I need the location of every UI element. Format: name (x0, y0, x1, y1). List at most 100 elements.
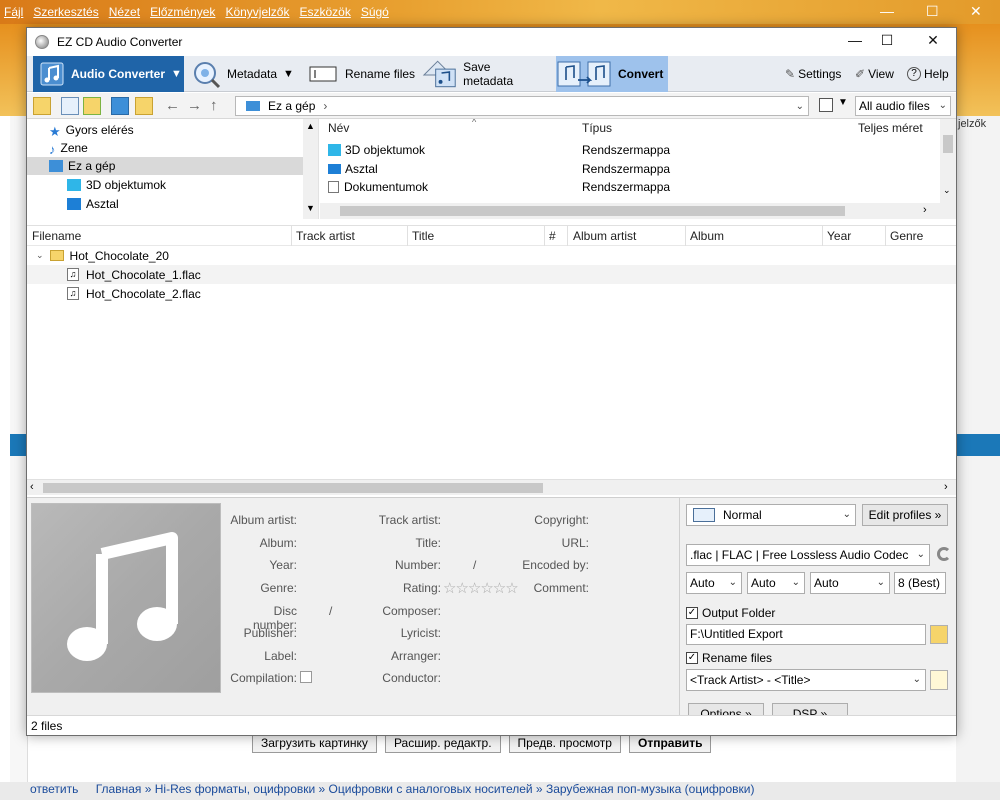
help-button[interactable]: ? Help (907, 56, 955, 92)
col-type[interactable]: Típus (582, 121, 612, 135)
file-name: Hot_Chocolate_2.flac (86, 286, 201, 301)
audio-converter-button[interactable]: Audio Converter ▼ (33, 56, 184, 92)
tree-item-3d-objects[interactable]: 3D objektumok (67, 176, 166, 194)
scroll-thumb[interactable] (43, 483, 543, 493)
browse-folder-icon[interactable] (930, 625, 948, 644)
list-vertical-scrollbar[interactable]: ⌄ (940, 119, 956, 219)
edit-pattern-icon[interactable] (930, 670, 948, 690)
compilation-checkbox[interactable] (300, 671, 312, 683)
scroll-left-icon[interactable]: ‹ (30, 481, 34, 493)
convert-button[interactable]: Convert (556, 56, 668, 92)
tree-item-music[interactable]: ♪ Zene (49, 139, 88, 157)
metadata-button[interactable]: Metadata ▼ (191, 56, 301, 92)
folder-row[interactable]: ⌄ Hot_Chocolate_20 (27, 246, 956, 265)
menu-help[interactable]: Súgó (361, 5, 389, 19)
scroll-down-icon[interactable]: ▼ (306, 203, 315, 213)
rename-files-checkbox[interactable]: ✓ Rename files (686, 651, 772, 665)
col-name[interactable]: Név (328, 121, 349, 135)
col-title[interactable]: Title (412, 229, 434, 243)
auto-select-1[interactable]: Auto ⌄ (686, 572, 742, 594)
add-files-icon[interactable] (61, 97, 79, 115)
upload-picture-button[interactable]: Загрузить картинку (252, 733, 377, 753)
extended-editor-button[interactable]: Расшир. редактр. (384, 733, 501, 753)
browser-maximize-icon[interactable]: ☐ (926, 3, 939, 20)
forum-breadcrumb-text[interactable]: Главная » Hi-Res форматы, оцифровки » Оц… (96, 782, 755, 796)
tree-item-desktop[interactable]: Asztal (67, 195, 119, 213)
back-arrow-icon[interactable]: ← (165, 97, 180, 114)
menu-edit[interactable]: Szerkesztés (33, 5, 98, 19)
file-list-horizontal-scrollbar[interactable]: ‹ › (27, 479, 956, 495)
view-mode-chevron-icon[interactable]: ▼ (838, 97, 848, 108)
scroll-thumb[interactable] (943, 135, 953, 153)
minimize-icon[interactable]: — (840, 32, 870, 48)
view-button[interactable]: ✐ View (855, 56, 901, 92)
music-note-icon: ♪ (49, 142, 56, 157)
maximize-icon[interactable]: ☐ (872, 32, 902, 49)
save-metadata-button[interactable]: Save metadata (422, 56, 542, 92)
auto-select-3[interactable]: Auto ⌄ (810, 572, 890, 594)
tree-item-this-pc[interactable]: Ez a gép (49, 157, 115, 175)
compilation-label: Compilation: (230, 671, 297, 685)
rename-pattern-select[interactable]: <Track Artist> - <Title> ⌄ (686, 669, 926, 691)
folder-up-icon[interactable] (33, 97, 51, 115)
col-genre[interactable]: Genre (890, 229, 923, 243)
table-row[interactable]: ♫ Hot_Chocolate_1.flac (27, 265, 956, 284)
browser-close-icon[interactable]: ✕ (970, 3, 982, 20)
list-horizontal-scrollbar[interactable]: › (320, 203, 940, 219)
view-mode-icon[interactable] (819, 98, 833, 112)
list-item[interactable]: Dokumentumok (328, 178, 428, 196)
menu-bookmarks[interactable]: Könyvjelzők (225, 5, 289, 19)
forward-arrow-icon[interactable]: → (187, 97, 202, 114)
menu-view[interactable]: Nézet (109, 5, 140, 19)
compression-level-select[interactable]: 8 (Best) (894, 572, 946, 594)
edit-profiles-button[interactable]: Edit profiles » (862, 504, 948, 526)
col-number[interactable]: # (549, 229, 556, 243)
chevron-down-icon[interactable]: ⌄ (36, 250, 44, 261)
add-folder-icon[interactable] (83, 97, 101, 115)
rating-stars[interactable]: ☆☆☆☆☆☆ (443, 579, 519, 597)
codec-select[interactable]: .flac | FLAC | Free Lossless Audio Codec… (686, 544, 930, 566)
file-type-filter[interactable]: All audio files ⌄ (855, 96, 951, 116)
browser-minimize-icon[interactable]: — (880, 3, 894, 19)
checkmark-icon: ✓ (686, 607, 698, 619)
reply-button[interactable]: ответить (30, 782, 78, 796)
tree-item-quick-access[interactable]: ★ Gyors elérés (49, 121, 134, 139)
codec-info-icon[interactable] (937, 547, 951, 561)
rename-files-label: Rename files (345, 67, 416, 81)
profile-select[interactable]: Normal ⌄ (686, 504, 856, 526)
scroll-right-icon[interactable]: › (923, 204, 927, 216)
scroll-right-icon[interactable]: › (944, 481, 948, 493)
scroll-down-icon[interactable]: ⌄ (943, 185, 951, 196)
address-bar[interactable]: Ez a gép › ⌄ (235, 96, 809, 116)
auto-select-2[interactable]: Auto ⌄ (747, 572, 805, 594)
col-track-artist[interactable]: Track artist (296, 229, 355, 243)
col-album-artist[interactable]: Album artist (573, 229, 636, 243)
settings-button[interactable]: ✎ Settings (785, 56, 849, 92)
close-icon[interactable]: ✕ (918, 32, 948, 49)
menu-history[interactable]: Előzmények (150, 5, 215, 19)
audio-converter-icon (40, 62, 64, 86)
rename-files-button[interactable]: Rename files (309, 56, 419, 92)
music-folder-icon[interactable] (135, 97, 153, 115)
menu-tools[interactable]: Eszközök (299, 5, 350, 19)
computer-icon[interactable] (111, 97, 129, 115)
scroll-up-icon[interactable]: ▲ (306, 121, 315, 131)
scroll-thumb[interactable] (340, 206, 845, 216)
list-item[interactable]: Asztal (328, 160, 378, 178)
col-album[interactable]: Album (690, 229, 724, 243)
col-total-size[interactable]: Teljes méret (858, 121, 923, 135)
submit-button[interactable]: Отправить (628, 733, 712, 753)
table-row[interactable]: ♫ Hot_Chocolate_2.flac (27, 284, 956, 303)
up-arrow-icon[interactable]: ↑ (210, 97, 218, 114)
codec-value: .flac | FLAC | Free Lossless Audio Codec (690, 548, 909, 562)
output-folder-input[interactable]: F:\Untitled Export (686, 624, 926, 645)
col-year[interactable]: Year (827, 229, 851, 243)
tree-scrollbar[interactable]: ▲ ▼ (303, 119, 318, 219)
address-dropdown-icon[interactable]: ⌄ (796, 101, 804, 112)
preview-button[interactable]: Предв. просмотр (508, 733, 621, 753)
col-filename[interactable]: Filename (32, 229, 81, 243)
menu-file[interactable]: Fájl (4, 5, 23, 19)
album-cover[interactable] (31, 503, 221, 693)
output-folder-checkbox[interactable]: ✓ Output Folder (686, 606, 775, 620)
list-item[interactable]: 3D objektumok (328, 141, 425, 159)
